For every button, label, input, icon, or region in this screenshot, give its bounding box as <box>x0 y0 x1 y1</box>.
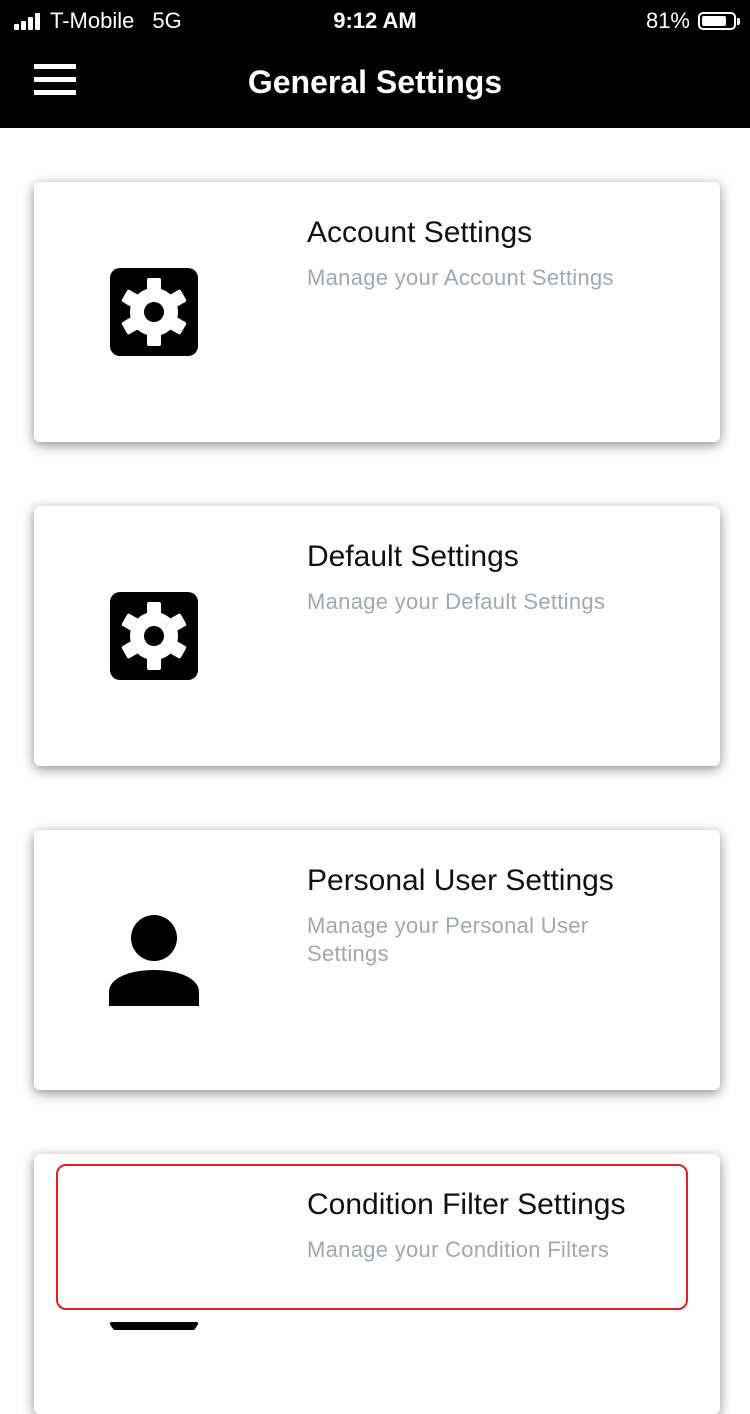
card-title: Account Settings <box>307 216 533 249</box>
account-settings-card[interactable]: Account Settings Manage your Account Set… <box>34 182 720 442</box>
card-subtitle: Manage your Personal User Settings <box>307 913 589 966</box>
gear-icon <box>110 592 198 680</box>
battery-tip <box>737 18 740 25</box>
status-bar: T-Mobile 5G 9:12 AM 81% <box>0 0 750 40</box>
default-settings-card[interactable]: Default Settings Manage your Default Set… <box>34 506 720 766</box>
gear-icon <box>110 268 198 356</box>
status-right: 81% <box>645 8 740 34</box>
page-title: General Settings <box>247 64 503 100</box>
status-time: 9:12 AM <box>333 8 417 33</box>
navigation-header: General Settings <box>0 40 750 128</box>
battery-percent: 81% <box>645 8 690 33</box>
card-subtitle: Manage your Condition Filters <box>307 1237 610 1262</box>
battery-fill <box>702 16 727 26</box>
card-subtitle: Manage your Default Settings <box>307 589 606 614</box>
card-subtitle: Manage your Account Settings <box>307 265 614 290</box>
battery-icon <box>698 12 740 30</box>
person-icon <box>109 915 199 1006</box>
card-title: Condition Filter Settings <box>307 1188 626 1221</box>
condition-filter-settings-card[interactable]: Condition Filter Settings Manage your Co… <box>34 1154 720 1414</box>
card-title: Default Settings <box>307 540 519 573</box>
personal-user-settings-card[interactable]: Personal User Settings Manage your Perso… <box>34 830 720 1090</box>
card-title: Personal User Settings <box>307 864 614 897</box>
